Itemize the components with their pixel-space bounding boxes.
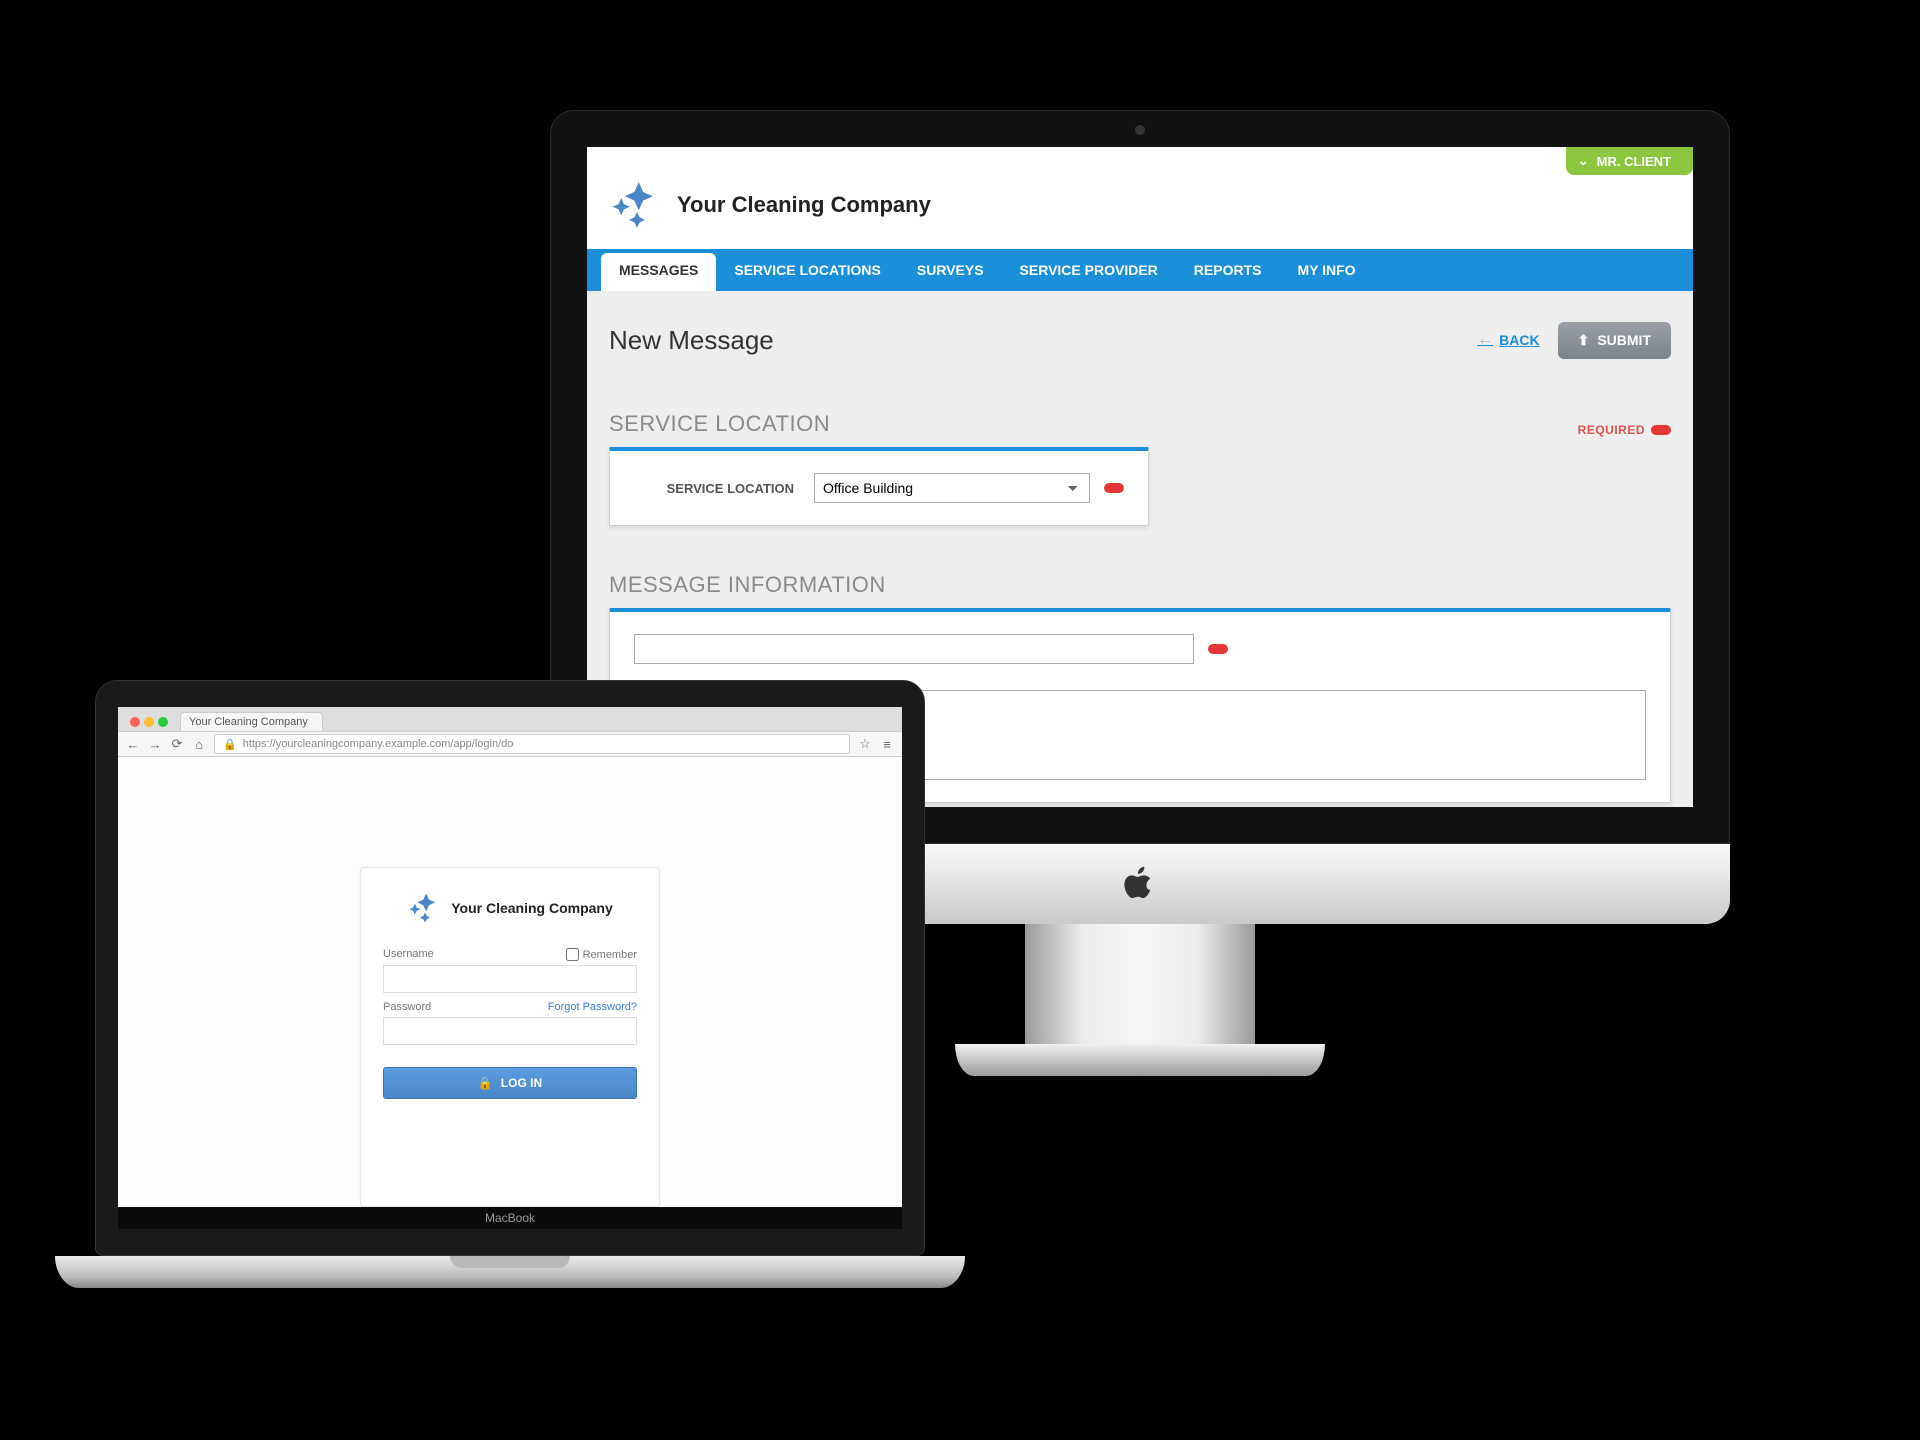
username-input[interactable] — [383, 965, 637, 993]
address-bar[interactable]: 🔒 https://yourcleaningcompany.example.co… — [214, 734, 850, 754]
login-card: Your Cleaning Company Username Remember … — [360, 867, 660, 1207]
upload-icon: ⬆ — [1578, 332, 1590, 349]
submit-button[interactable]: ⬆ SUBMIT — [1558, 322, 1671, 359]
camera-dot — [1135, 125, 1145, 135]
login-page: Your Cleaning Company Username Remember … — [118, 757, 902, 1207]
browser-tab[interactable]: Your Cleaning Company — [180, 712, 323, 731]
username-row: Username Remember — [383, 948, 637, 961]
page-title: New Message — [609, 325, 774, 356]
login-button[interactable]: 🔒 LOG IN — [383, 1067, 637, 1099]
close-window-icon[interactable] — [130, 717, 140, 727]
back-label: BACK — [1499, 332, 1539, 348]
nav-tab-service-provider[interactable]: SERVICE PROVIDER — [1002, 249, 1176, 291]
laptop-lid: Your Cleaning Company ← → ⟳ ⌂ 🔒 https://… — [95, 680, 925, 1256]
sparkle-logo-icon — [407, 890, 443, 926]
message-title-input[interactable] — [634, 634, 1194, 664]
nav-tab-surveys[interactable]: SURVEYS — [899, 249, 1002, 291]
bookmark-icon[interactable]: ☆ — [858, 736, 872, 752]
lock-icon: 🔒 — [478, 1076, 493, 1090]
user-menu[interactable]: ⌄ MR. CLIENT — [1566, 147, 1693, 175]
back-link[interactable]: ← BACK — [1477, 331, 1539, 349]
section-heading-text: SERVICE LOCATION — [609, 411, 830, 437]
service-location-label: SERVICE LOCATION — [634, 481, 794, 496]
remember-label: Remember — [583, 949, 637, 961]
home-icon[interactable]: ⌂ — [192, 737, 206, 752]
remember-checkbox[interactable] — [566, 948, 579, 961]
main-nav: MESSAGES SERVICE LOCATIONS SURVEYS SERVI… — [587, 249, 1693, 291]
laptop-model-label: MacBook — [118, 1207, 902, 1229]
section-message-info-heading: MESSAGE INFORMATION — [609, 572, 1671, 598]
service-location-card: SERVICE LOCATION Office Building — [609, 447, 1149, 526]
url-text: https://yourcleaningcompany.example.com/… — [243, 738, 514, 750]
page-header: New Message ← BACK ⬆ SUBMIT — [587, 291, 1693, 371]
nav-tab-messages[interactable]: MESSAGES — [601, 253, 716, 291]
sparkle-logo-icon — [609, 177, 665, 233]
nav-tab-my-info[interactable]: MY INFO — [1279, 249, 1373, 291]
window-controls — [124, 717, 174, 731]
monitor-stand — [1025, 924, 1255, 1076]
laptop-screen: Your Cleaning Company ← → ⟳ ⌂ 🔒 https://… — [118, 707, 902, 1207]
login-brand-name: Your Cleaning Company — [451, 900, 613, 916]
minimize-window-icon[interactable] — [144, 717, 154, 727]
forgot-password-link[interactable]: Forgot Password? — [548, 1001, 637, 1013]
chevron-down-icon: ⌄ — [1578, 153, 1589, 169]
required-marker-icon — [1104, 483, 1124, 493]
laptop: Your Cleaning Company ← → ⟳ ⌂ 🔒 https://… — [95, 680, 925, 1288]
page-actions: ← BACK ⬆ SUBMIT — [1477, 322, 1671, 359]
required-marker-icon — [1208, 644, 1228, 654]
remember-toggle[interactable]: Remember — [566, 948, 637, 961]
login-brand: Your Cleaning Company — [383, 890, 637, 926]
browser-tabstrip: Your Cleaning Company — [118, 707, 902, 731]
section-service-location-heading: SERVICE LOCATION REQUIRED — [609, 411, 1671, 437]
nav-tab-reports[interactable]: REPORTS — [1176, 249, 1280, 291]
browser-toolbar: ← → ⟳ ⌂ 🔒 https://yourcleaningcompany.ex… — [118, 731, 902, 757]
section-heading-text: MESSAGE INFORMATION — [609, 572, 886, 598]
required-label: REQUIRED — [1578, 423, 1645, 437]
maximize-window-icon[interactable] — [158, 717, 168, 727]
brand-name: Your Cleaning Company — [677, 192, 931, 218]
apple-logo-icon — [1123, 864, 1157, 904]
nav-forward-icon[interactable]: → — [148, 737, 162, 752]
service-location-select[interactable]: Office Building — [814, 473, 1090, 503]
laptop-notch — [450, 1256, 570, 1268]
brand-header: Your Cleaning Company — [587, 147, 1693, 249]
laptop-base — [55, 1256, 965, 1288]
submit-label: SUBMIT — [1597, 332, 1651, 348]
user-name: MR. CLIENT — [1597, 154, 1671, 169]
menu-icon[interactable]: ≡ — [880, 737, 894, 752]
username-label: Username — [383, 948, 434, 961]
lock-icon: 🔒 — [223, 738, 237, 751]
nav-tab-service-locations[interactable]: SERVICE LOCATIONS — [716, 249, 899, 291]
arrow-left-icon: ← — [1477, 331, 1493, 349]
required-legend: REQUIRED — [1578, 423, 1671, 437]
nav-back-icon[interactable]: ← — [126, 737, 140, 752]
password-label: Password — [383, 1001, 431, 1013]
login-button-label: LOG IN — [501, 1076, 542, 1090]
required-marker-icon — [1651, 425, 1671, 435]
password-input[interactable] — [383, 1017, 637, 1045]
reload-icon[interactable]: ⟳ — [170, 736, 184, 752]
password-row: Password Forgot Password? — [383, 1001, 637, 1013]
